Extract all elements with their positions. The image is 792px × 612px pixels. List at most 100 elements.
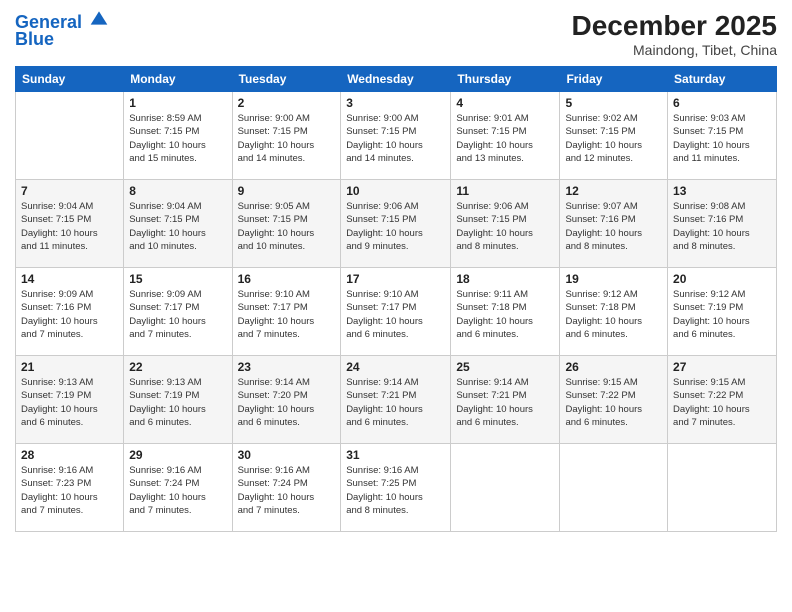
day-info: Sunrise: 9:09 AM Sunset: 7:16 PM Dayligh… (21, 288, 118, 341)
day-info: Sunrise: 9:02 AM Sunset: 7:15 PM Dayligh… (565, 112, 662, 165)
day-number: 16 (238, 272, 336, 286)
day-info: Sunrise: 9:15 AM Sunset: 7:22 PM Dayligh… (673, 376, 771, 429)
calendar-cell: 23 Sunrise: 9:14 AM Sunset: 7:20 PM Dayli… (232, 356, 341, 444)
calendar-cell: 9 Sunrise: 9:05 AM Sunset: 7:15 PM Daylig… (232, 180, 341, 268)
day-info: Sunrise: 9:12 AM Sunset: 7:19 PM Dayligh… (673, 288, 771, 341)
calendar-cell: 5Sunrise: 9:02 AM Sunset: 7:15 PM Daylig… (560, 92, 668, 180)
calendar-header-row: SundayMondayTuesdayWednesdayThursdayFrid… (16, 67, 777, 92)
day-number: 1 (129, 96, 226, 110)
day-info: Sunrise: 9:13 AM Sunset: 7:19 PM Dayligh… (21, 376, 118, 429)
title-block: December 2025 Maindong, Tibet, China (572, 10, 777, 58)
day-info: Sunrise: 9:09 AM Sunset: 7:17 PM Dayligh… (129, 288, 226, 341)
calendar-cell: 8 Sunrise: 9:04 AM Sunset: 7:15 PM Daylig… (124, 180, 232, 268)
calendar-cell (560, 444, 668, 532)
day-info: Sunrise: 9:16 AM Sunset: 7:25 PM Dayligh… (346, 464, 445, 517)
day-number: 11 (456, 184, 554, 198)
col-header-friday: Friday (560, 67, 668, 92)
day-info: Sunrise: 9:04 AM Sunset: 7:15 PM Dayligh… (21, 200, 118, 253)
col-header-monday: Monday (124, 67, 232, 92)
day-number: 8 (129, 184, 226, 198)
calendar-cell: 19 Sunrise: 9:12 AM Sunset: 7:18 PM Dayli… (560, 268, 668, 356)
calendar-cell: 7 Sunrise: 9:04 AM Sunset: 7:15 PM Daylig… (16, 180, 124, 268)
day-number: 2 (238, 96, 336, 110)
day-number: 12 (565, 184, 662, 198)
day-number: 4 (456, 96, 554, 110)
col-header-saturday: Saturday (668, 67, 777, 92)
col-header-tuesday: Tuesday (232, 67, 341, 92)
day-number: 7 (21, 184, 118, 198)
day-info: Sunrise: 9:15 AM Sunset: 7:22 PM Dayligh… (565, 376, 662, 429)
calendar-cell: 2 Sunrise: 9:00 AM Sunset: 7:15 PM Daylig… (232, 92, 341, 180)
calendar-cell: 12 Sunrise: 9:07 AM Sunset: 7:16 PM Dayli… (560, 180, 668, 268)
day-info: Sunrise: 9:00 AM Sunset: 7:15 PM Dayligh… (238, 112, 336, 165)
day-info: Sunrise: 9:04 AM Sunset: 7:15 PM Dayligh… (129, 200, 226, 253)
day-number: 15 (129, 272, 226, 286)
day-number: 13 (673, 184, 771, 198)
calendar-cell: 6Sunrise: 9:03 AM Sunset: 7:15 PM Daylig… (668, 92, 777, 180)
calendar-cell: 1 Sunrise: 8:59 AM Sunset: 7:15 PM Daylig… (124, 92, 232, 180)
col-header-sunday: Sunday (16, 67, 124, 92)
day-info: Sunrise: 9:06 AM Sunset: 7:15 PM Dayligh… (346, 200, 445, 253)
calendar-cell: 18Sunrise: 9:11 AM Sunset: 7:18 PM Dayli… (451, 268, 560, 356)
calendar-week-row: 21 Sunrise: 9:13 AM Sunset: 7:19 PM Dayli… (16, 356, 777, 444)
calendar-cell: 13 Sunrise: 9:08 AM Sunset: 7:16 PM Dayli… (668, 180, 777, 268)
day-number: 20 (673, 272, 771, 286)
day-number: 24 (346, 360, 445, 374)
day-number: 9 (238, 184, 336, 198)
day-number: 14 (21, 272, 118, 286)
calendar: SundayMondayTuesdayWednesdayThursdayFrid… (15, 66, 777, 532)
day-info: Sunrise: 9:01 AM Sunset: 7:15 PM Dayligh… (456, 112, 554, 165)
calendar-cell: 30Sunrise: 9:16 AM Sunset: 7:24 PM Dayli… (232, 444, 341, 532)
day-info: Sunrise: 9:00 AM Sunset: 7:15 PM Dayligh… (346, 112, 445, 165)
calendar-cell: 20 Sunrise: 9:12 AM Sunset: 7:19 PM Dayli… (668, 268, 777, 356)
day-number: 28 (21, 448, 118, 462)
calendar-cell: 17 Sunrise: 9:10 AM Sunset: 7:17 PM Dayli… (341, 268, 451, 356)
col-header-thursday: Thursday (451, 67, 560, 92)
day-info: Sunrise: 9:12 AM Sunset: 7:18 PM Dayligh… (565, 288, 662, 341)
day-info: Sunrise: 9:08 AM Sunset: 7:16 PM Dayligh… (673, 200, 771, 253)
logo: General Blue (15, 10, 109, 50)
calendar-cell (668, 444, 777, 532)
day-number: 10 (346, 184, 445, 198)
day-info: Sunrise: 9:07 AM Sunset: 7:16 PM Dayligh… (565, 200, 662, 253)
day-number: 21 (21, 360, 118, 374)
calendar-cell: 11 Sunrise: 9:06 AM Sunset: 7:15 PM Dayli… (451, 180, 560, 268)
day-number: 31 (346, 448, 445, 462)
day-number: 6 (673, 96, 771, 110)
day-number: 19 (565, 272, 662, 286)
calendar-cell: 14 Sunrise: 9:09 AM Sunset: 7:16 PM Dayli… (16, 268, 124, 356)
col-header-wednesday: Wednesday (341, 67, 451, 92)
calendar-cell: 3 Sunrise: 9:00 AM Sunset: 7:15 PM Daylig… (341, 92, 451, 180)
logo-icon (89, 8, 109, 28)
day-number: 25 (456, 360, 554, 374)
day-info: Sunrise: 9:10 AM Sunset: 7:17 PM Dayligh… (346, 288, 445, 341)
day-info: Sunrise: 8:59 AM Sunset: 7:15 PM Dayligh… (129, 112, 226, 165)
month-title: December 2025 (572, 10, 777, 42)
calendar-cell: 26 Sunrise: 9:15 AM Sunset: 7:22 PM Dayli… (560, 356, 668, 444)
day-info: Sunrise: 9:10 AM Sunset: 7:17 PM Dayligh… (238, 288, 336, 341)
location: Maindong, Tibet, China (572, 42, 777, 58)
day-number: 3 (346, 96, 445, 110)
day-info: Sunrise: 9:16 AM Sunset: 7:24 PM Dayligh… (129, 464, 226, 517)
day-number: 23 (238, 360, 336, 374)
day-info: Sunrise: 9:14 AM Sunset: 7:20 PM Dayligh… (238, 376, 336, 429)
day-info: Sunrise: 9:16 AM Sunset: 7:23 PM Dayligh… (21, 464, 118, 517)
day-info: Sunrise: 9:13 AM Sunset: 7:19 PM Dayligh… (129, 376, 226, 429)
calendar-cell: 15 Sunrise: 9:09 AM Sunset: 7:17 PM Dayli… (124, 268, 232, 356)
day-number: 29 (129, 448, 226, 462)
calendar-cell: 16 Sunrise: 9:10 AM Sunset: 7:17 PM Dayli… (232, 268, 341, 356)
day-info: Sunrise: 9:14 AM Sunset: 7:21 PM Dayligh… (346, 376, 445, 429)
day-number: 18 (456, 272, 554, 286)
day-info: Sunrise: 9:16 AM Sunset: 7:24 PM Dayligh… (238, 464, 336, 517)
day-number: 26 (565, 360, 662, 374)
calendar-week-row: 1 Sunrise: 8:59 AM Sunset: 7:15 PM Daylig… (16, 92, 777, 180)
calendar-cell: 25Sunrise: 9:14 AM Sunset: 7:21 PM Dayli… (451, 356, 560, 444)
day-number: 17 (346, 272, 445, 286)
calendar-cell: 29 Sunrise: 9:16 AM Sunset: 7:24 PM Dayli… (124, 444, 232, 532)
calendar-cell (16, 92, 124, 180)
day-info: Sunrise: 9:06 AM Sunset: 7:15 PM Dayligh… (456, 200, 554, 253)
day-number: 27 (673, 360, 771, 374)
calendar-cell: 21 Sunrise: 9:13 AM Sunset: 7:19 PM Dayli… (16, 356, 124, 444)
day-info: Sunrise: 9:05 AM Sunset: 7:15 PM Dayligh… (238, 200, 336, 253)
calendar-cell: 24 Sunrise: 9:14 AM Sunset: 7:21 PM Dayli… (341, 356, 451, 444)
